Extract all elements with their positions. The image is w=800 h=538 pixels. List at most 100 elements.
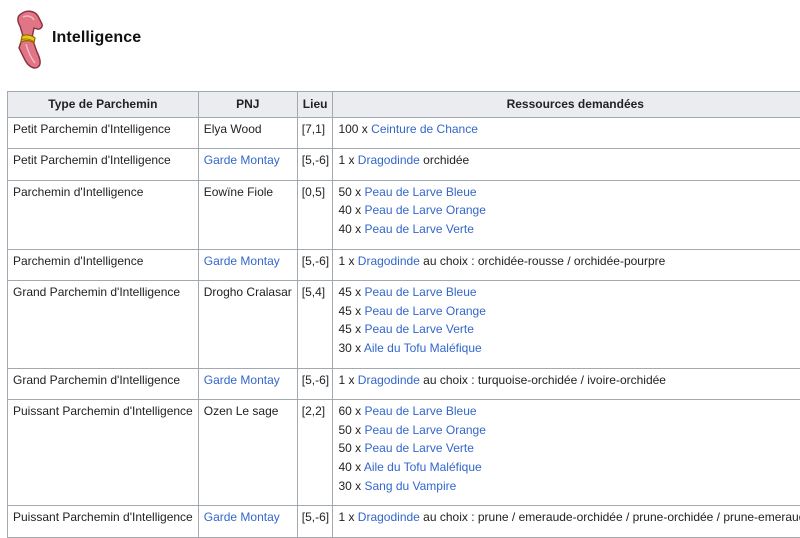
cell-ressources: 45 x Peau de Larve Bleue45 x Peau de Lar… bbox=[333, 281, 800, 368]
resource-quantity: 45 x bbox=[338, 285, 364, 299]
cell-type: Parchemin d'Intelligence bbox=[8, 249, 199, 281]
resource-line: 40 x Peau de Larve Orange bbox=[338, 201, 800, 220]
column-header-ressources: Ressources demandées bbox=[333, 92, 800, 118]
resource-quantity: 50 x bbox=[338, 423, 364, 437]
resource-link[interactable]: Peau de Larve Verte bbox=[364, 222, 473, 236]
table-row: Petit Parchemin d'Intelligence Elya Wood [… bbox=[8, 117, 800, 149]
resource-link[interactable]: Peau de Larve Orange bbox=[364, 304, 485, 318]
resource-link[interactable]: Sang du Vampire bbox=[364, 479, 456, 493]
resource-line: 40 x Peau de Larve Verte bbox=[338, 220, 800, 239]
table-row: Grand Parchemin d'Intelligence Drogho Cra… bbox=[8, 281, 800, 368]
cell-type: Puissant Parchemin d'Intelligence bbox=[8, 506, 199, 538]
cell-lieu: [5,-6] bbox=[297, 149, 333, 181]
table-header-row: Type de Parchemin PNJ Lieu Ressources de… bbox=[8, 92, 800, 118]
resource-link[interactable]: Dragodinde bbox=[358, 373, 420, 387]
cell-ressources: 60 x Peau de Larve Bleue50 x Peau de Lar… bbox=[333, 400, 800, 506]
table-body: Petit Parchemin d'Intelligence Elya Wood [… bbox=[8, 117, 800, 537]
table-row: Parchemin d'Intelligence Eowïne Fiole [0,5… bbox=[8, 180, 800, 249]
resource-quantity: 45 x bbox=[338, 322, 364, 336]
cell-type: Parchemin d'Intelligence bbox=[8, 180, 199, 249]
resource-line: 60 x Peau de Larve Bleue bbox=[338, 402, 800, 421]
resource-link[interactable]: Peau de Larve Bleue bbox=[364, 185, 476, 199]
resource-quantity: 40 x bbox=[338, 203, 364, 217]
cell-type: Grand Parchemin d'Intelligence bbox=[8, 368, 199, 400]
resource-link[interactable]: Peau de Larve Orange bbox=[364, 203, 485, 217]
resource-quantity: 50 x bbox=[338, 441, 364, 455]
resource-link[interactable]: Dragodinde bbox=[358, 510, 420, 524]
cell-pnj: Drogho Cralasar bbox=[198, 281, 297, 368]
cell-pnj: Garde Montay bbox=[198, 149, 297, 181]
resource-line: 50 x Peau de Larve Bleue bbox=[338, 183, 800, 202]
resource-line: 45 x Peau de Larve Verte bbox=[338, 320, 800, 339]
table-row: Petit Parchemin d'Intelligence Garde Mont… bbox=[8, 149, 800, 181]
column-header-lieu: Lieu bbox=[297, 92, 333, 118]
resource-link[interactable]: Peau de Larve Verte bbox=[364, 441, 473, 455]
cell-lieu: [7,1] bbox=[297, 117, 333, 149]
resource-quantity: 1 x bbox=[338, 510, 357, 524]
cell-lieu: [5,-6] bbox=[297, 368, 333, 400]
cell-ressources: 1 x Dragodinde au choix : prune / emerau… bbox=[333, 506, 800, 538]
cell-ressources: 100 x Ceinture de Chance bbox=[333, 117, 800, 149]
resource-link[interactable]: Peau de Larve Verte bbox=[364, 322, 473, 336]
resource-line: 45 x Peau de Larve Orange bbox=[338, 302, 800, 321]
column-header-type: Type de Parchemin bbox=[8, 92, 199, 118]
table-row: Grand Parchemin d'Intelligence Garde Mont… bbox=[8, 368, 800, 400]
resource-quantity: 40 x bbox=[338, 222, 364, 236]
table-row: Parchemin d'Intelligence Garde Montay [5,-… bbox=[8, 249, 800, 281]
table-row: Puissant Parchemin d'Intelligence Garde M… bbox=[8, 506, 800, 538]
page-title: Intelligence bbox=[52, 29, 141, 47]
pnj-link[interactable]: Garde Montay bbox=[204, 373, 280, 387]
cell-pnj: Garde Montay bbox=[198, 249, 297, 281]
cell-type: Puissant Parchemin d'Intelligence bbox=[8, 400, 199, 506]
resource-line: 50 x Peau de Larve Orange bbox=[338, 421, 800, 440]
resource-line: 50 x Peau de Larve Verte bbox=[338, 439, 800, 458]
cell-pnj: Garde Montay bbox=[198, 368, 297, 400]
resource-quantity: 50 x bbox=[338, 185, 364, 199]
cell-type: Grand Parchemin d'Intelligence bbox=[8, 281, 199, 368]
resource-quantity: 30 x bbox=[338, 479, 364, 493]
table-row: Puissant Parchemin d'Intelligence Ozen Le… bbox=[8, 400, 800, 506]
page-header: Intelligence bbox=[0, 0, 800, 86]
cell-lieu: [5,-6] bbox=[297, 249, 333, 281]
cell-ressources: 50 x Peau de Larve Bleue40 x Peau de Lar… bbox=[333, 180, 800, 249]
cell-lieu: [0,5] bbox=[297, 180, 333, 249]
cell-lieu: [2,2] bbox=[297, 400, 333, 506]
resource-detail: au choix : turquoise-orchidée / ivoire-o… bbox=[420, 373, 666, 387]
resource-link[interactable]: Peau de Larve Orange bbox=[364, 423, 485, 437]
resource-link[interactable]: Dragodinde bbox=[358, 254, 420, 268]
resource-link[interactable]: Peau de Larve Bleue bbox=[364, 404, 476, 418]
resource-line: 1 x Dragodinde au choix : prune / emerau… bbox=[338, 508, 800, 527]
resource-quantity: 1 x bbox=[338, 373, 357, 387]
cell-type: Petit Parchemin d'Intelligence bbox=[8, 117, 199, 149]
resource-line: 1 x Dragodinde au choix : turquoise-orch… bbox=[338, 371, 800, 390]
cell-ressources: 1 x Dragodinde au choix : orchidée-rouss… bbox=[333, 249, 800, 281]
cell-pnj: Ozen Le sage bbox=[198, 400, 297, 506]
pnj-link[interactable]: Garde Montay bbox=[204, 510, 280, 524]
cell-ressources: 1 x Dragodinde orchidée bbox=[333, 149, 800, 181]
resource-link[interactable]: Aile du Tofu Maléfique bbox=[364, 341, 482, 355]
cell-lieu: [5,-6] bbox=[297, 506, 333, 538]
scroll-icon bbox=[12, 8, 46, 70]
pnj-name: Ozen Le sage bbox=[204, 404, 279, 418]
resource-line: 40 x Aile du Tofu Maléfique bbox=[338, 458, 800, 477]
column-header-pnj: PNJ bbox=[198, 92, 297, 118]
cell-lieu: [5,4] bbox=[297, 281, 333, 368]
pnj-link[interactable]: Garde Montay bbox=[204, 254, 280, 268]
resource-quantity: 100 x bbox=[338, 122, 371, 136]
resource-link[interactable]: Ceinture de Chance bbox=[371, 122, 478, 136]
cell-type: Petit Parchemin d'Intelligence bbox=[8, 149, 199, 181]
resource-link[interactable]: Aile du Tofu Maléfique bbox=[364, 460, 482, 474]
resource-line: 1 x Dragodinde orchidée bbox=[338, 151, 800, 170]
pnj-name: Drogho Cralasar bbox=[204, 285, 292, 299]
resource-quantity: 1 x bbox=[338, 153, 357, 167]
pnj-link[interactable]: Garde Montay bbox=[204, 153, 280, 167]
resource-detail: au choix : orchidée-rousse / orchidée-po… bbox=[420, 254, 665, 268]
resource-line: 30 x Sang du Vampire bbox=[338, 477, 800, 496]
cell-pnj: Elya Wood bbox=[198, 117, 297, 149]
resource-link[interactable]: Dragodinde bbox=[358, 153, 420, 167]
resource-quantity: 1 x bbox=[338, 254, 357, 268]
resource-detail: orchidée bbox=[420, 153, 469, 167]
pnj-name: Elya Wood bbox=[204, 122, 262, 136]
pnj-name: Eowïne Fiole bbox=[204, 185, 273, 199]
resource-link[interactable]: Peau de Larve Bleue bbox=[364, 285, 476, 299]
